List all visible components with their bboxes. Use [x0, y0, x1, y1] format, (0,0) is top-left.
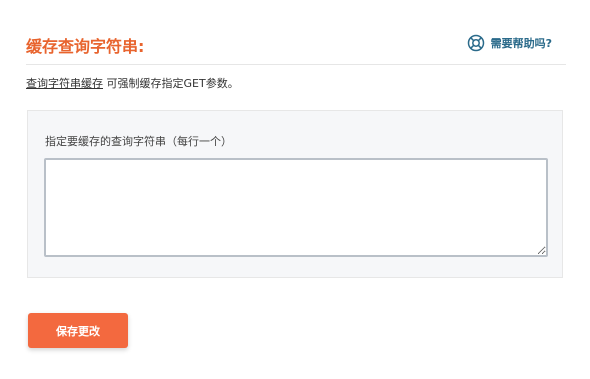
query-strings-textarea[interactable] [44, 158, 548, 257]
lifebuoy-icon [467, 34, 485, 52]
query-strings-label: 指定要缓存的查询字符串（每行一个） [45, 135, 232, 148]
section-header: 缓存查询字符串: 需要帮助吗? [26, 30, 566, 65]
settings-panel: 指定要缓存的查询字符串（每行一个） [27, 110, 563, 278]
section-title: 缓存查询字符串: [26, 37, 145, 56]
description-text: 可强制缓存指定GET参数。 [103, 77, 239, 90]
query-string-cache-link[interactable]: 查询字符串缓存 [26, 77, 103, 90]
help-link[interactable]: 需要帮助吗? [467, 34, 552, 52]
section-description: 查询字符串缓存 可强制缓存指定GET参数。 [26, 75, 239, 91]
save-button[interactable]: 保存更改 [28, 313, 128, 348]
help-label: 需要帮助吗? [490, 37, 552, 50]
